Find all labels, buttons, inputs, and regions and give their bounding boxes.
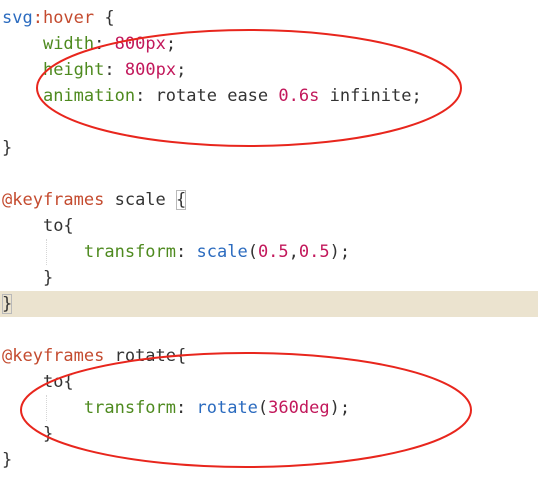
code-token-punc: ); [329,398,351,418]
code-token-brace: } [42,424,54,444]
code-token-brace: { [94,8,115,28]
code-token-punc: ( [247,242,258,262]
code-line[interactable]: } [0,135,538,161]
code-line-content: } [2,135,12,161]
code-line[interactable]: svg:hover { [0,5,538,31]
code-token-val: infinite; [319,86,422,106]
code-token-unit: deg [298,398,330,418]
code-line-content: to{ [2,213,74,239]
code-token-num: 0.5 [257,242,289,262]
code-token-unit: s [309,86,320,106]
code-line-content: } [2,421,53,447]
code-line-content: transform: rotate(360deg); [2,395,350,421]
code-token-num: 800 [124,60,156,80]
code-token-brace: { [176,190,187,210]
code-line-content: transform: scale(0.5,0.5); [2,239,350,265]
code-token-punc: : [176,242,197,262]
code-line[interactable]: to{ [0,213,538,239]
code-token-brace: } [2,294,13,314]
code-line-content: to{ [2,369,74,395]
code-token-val: rotate ease [155,86,279,106]
code-line[interactable] [0,109,538,135]
code-line[interactable]: @keyframes scale { [0,187,538,213]
code-line-content: } [2,291,13,317]
code-line[interactable]: transform: rotate(360deg); [0,395,538,421]
code-token-punc: ; [165,34,177,54]
code-line[interactable]: height: 800px; [0,57,538,83]
code-token-prop: width [42,34,95,54]
code-token-prop: transform [83,242,177,262]
code-token-punc: ( [257,398,269,418]
code-token-punc: : [135,86,156,106]
code-token-fn: rotate [196,398,258,418]
code-token-punc: : [176,398,197,418]
code-token-num: 800 [114,34,146,54]
code-token-punc: : [104,60,125,80]
code-line[interactable]: } [0,421,538,447]
code-line-content: animation: rotate ease 0.6s infinite; [2,83,422,109]
code-token-ident: rotate{ [104,346,187,366]
code-line[interactable] [0,317,538,343]
code-editor[interactable]: svg:hover { width: 800px; height: 800px;… [0,0,538,493]
code-token-sel: svg [2,8,33,28]
code-line[interactable]: @keyframes rotate{ [0,343,538,369]
code-token-ident: scale [104,190,177,210]
code-line[interactable]: } [0,265,538,291]
code-line[interactable]: } [0,291,538,317]
code-token-num: 0.5 [298,242,330,262]
code-token-at: @keyframes [2,190,105,210]
code-token-brace: } [42,268,54,288]
code-token-unit: px [155,60,177,80]
code-token-pseudo: :hover [32,8,95,28]
code-line[interactable]: width: 800px; [0,31,538,57]
code-line[interactable]: to{ [0,369,538,395]
code-token-punc: : [94,34,115,54]
code-line-content: @keyframes rotate{ [2,343,186,369]
code-token-num: 0.6 [278,86,310,106]
code-line-content: svg:hover { [2,5,115,31]
code-token-punc: ; [176,60,187,80]
code-line-content: width: 800px; [2,31,176,57]
code-token-prop: height [42,60,105,80]
code-token-unit: px [145,34,166,54]
code-line[interactable]: animation: rotate ease 0.6s infinite; [0,83,538,109]
code-token-fn: scale [196,242,248,262]
code-token-at: @keyframes [2,346,105,366]
code-line-content: height: 800px; [2,57,186,83]
code-line-content: } [2,265,53,291]
code-token-ident: to{ [42,372,74,392]
code-token-punc: ); [329,242,351,262]
code-token-num: 360 [268,398,299,418]
code-token-prop: animation [42,86,136,106]
code-token-brace: } [2,450,13,470]
code-line[interactable] [0,161,538,187]
code-token-prop: transform [83,398,177,418]
code-line[interactable]: transform: scale(0.5,0.5); [0,239,538,265]
code-token-ident: to{ [42,216,74,236]
code-line-content: } [2,447,12,473]
code-line[interactable]: } [0,447,538,473]
code-token-brace: } [2,138,13,158]
code-token-punc: , [288,242,299,262]
code-line-content: @keyframes scale { [2,187,187,213]
